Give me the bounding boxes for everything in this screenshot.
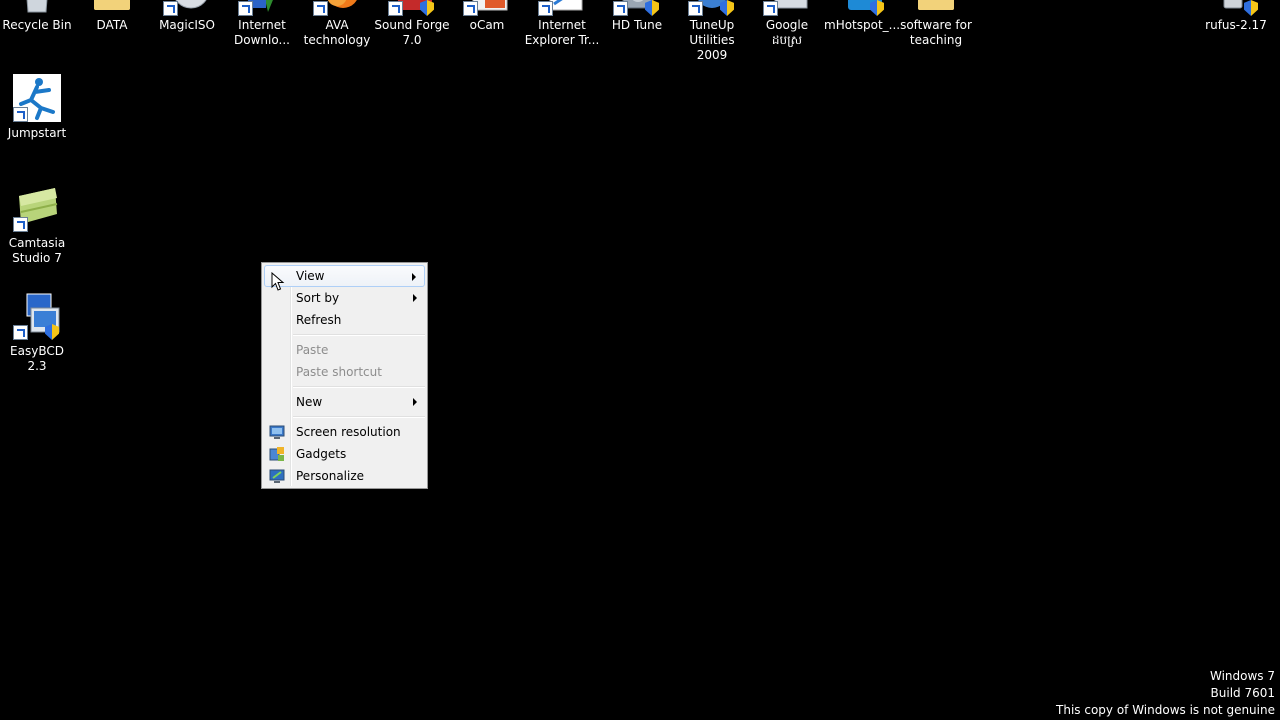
desktop-icon-label: AVA technology [303,18,371,47]
shortcut-arrow-icon [163,1,178,16]
menu-item-personalize[interactable]: Personalize [264,465,425,487]
shortcut-arrow-icon [388,1,403,16]
menu-item-label: Paste [296,343,329,357]
menu-item-paste[interactable]: Paste [264,339,425,361]
audio-editor-icon [388,0,436,16]
desktop-icon-label: oCam [469,18,505,32]
desktop-icon-label: HD Tune [611,18,663,32]
disc-icon [163,0,211,16]
shortcut-arrow-icon [313,1,328,16]
desktop-context-menu: View Sort by Refresh Paste Paste shortcu… [261,262,428,489]
google-icon [763,0,811,16]
camtasia-icon [13,184,61,232]
menu-item-view[interactable]: View [264,265,425,287]
menu-item-refresh[interactable]: Refresh [264,309,425,331]
menu-item-label: Paste shortcut [296,365,382,379]
desktop-icon-label: Sound Forge 7.0 [374,18,450,47]
desktop-icon-camtasia[interactable]: Camtasia Studio 7 [0,184,75,266]
desktop-icon-label: mHotspot_... [824,18,901,32]
shortcut-arrow-icon [13,217,28,232]
app-icon [313,0,361,16]
gadgets-icon [269,446,285,462]
menu-item-label: Refresh [296,313,342,327]
shortcut-arrow-icon [763,1,778,16]
shortcut-arrow-icon [688,1,703,16]
menu-separator [293,386,425,388]
desktop-icon-easybcd[interactable]: EasyBCD 2.3 [0,292,75,374]
menu-item-screen-resolution[interactable]: Screen resolution [264,421,425,443]
personalize-icon [269,468,285,484]
jumpstart-icon [13,74,61,122]
folder-icon [88,0,136,16]
windows-watermark: Windows 7 Build 7601 This copy of Window… [1056,668,1275,719]
menu-item-label: Personalize [296,469,365,483]
shortcut-arrow-icon [538,1,553,16]
desktop-icon-label: Recycle Bin [2,18,72,32]
desktop-icon-label: software for teaching [900,18,972,47]
desktop-icon-label: DATA [96,18,128,32]
menu-separator [293,334,425,336]
shortcut-arrow-icon [13,325,28,340]
easybcd-icon [13,292,61,340]
shortcut-arrow-icon [238,1,253,16]
tuneup-icon [688,0,736,16]
menu-item-new[interactable]: New [264,391,425,413]
mouse-cursor-icon [271,271,285,295]
monitor-icon [269,424,285,440]
desktop-icon-jumpstart[interactable]: Jumpstart [0,74,75,141]
desktop-icon-label: Jumpstart [7,126,67,140]
recycle-bin-icon [13,0,61,16]
desktop-icon-label: Camtasia Studio 7 [8,236,66,265]
menu-item-label: View [296,269,325,283]
menu-item-gadgets[interactable]: Gadgets [264,443,425,465]
desktop-icon-label: MagicISO [159,18,215,32]
shortcut-arrow-icon [463,1,478,16]
desktop-icon-label: Internet Downlo... [234,18,290,47]
watermark-genuine-notice: This copy of Windows is not genuine [1056,703,1275,717]
shortcut-arrow-icon [13,107,28,122]
folder-icon [912,0,960,16]
menu-item-label: Screen resolution [296,425,401,439]
desktop-icon-label: rufus-2.17 [1205,18,1267,32]
shortcut-arrow-icon [613,1,628,16]
usb-drive-icon [1212,0,1260,16]
desktop-icon-label: Google ដបស្រ [765,18,809,47]
menu-item-label: Sort by [296,291,340,305]
screen-recorder-icon [463,0,511,16]
wifi-hotspot-icon [838,0,886,16]
menu-separator [293,416,425,418]
desktop-icon-label: EasyBCD 2.3 [10,344,64,373]
menu-item-label: Gadgets [296,447,347,461]
hard-disk-icon [613,0,661,16]
menu-item-sort-by[interactable]: Sort by [264,287,425,309]
submenu-arrow-icon [412,273,416,281]
watermark-build: Build 7601 [1210,686,1275,700]
watermark-os-name: Windows 7 [1209,669,1275,683]
browser-icon [538,0,586,16]
submenu-arrow-icon [413,398,417,406]
menu-item-paste-shortcut[interactable]: Paste shortcut [264,361,425,383]
submenu-arrow-icon [413,294,417,302]
menu-item-label: New [296,395,323,409]
desktop-icon-label: Internet Explorer Tr... [524,18,600,47]
download-manager-icon [238,0,286,16]
desktop-icon-label: TuneUp Utilities 2009 [689,18,735,62]
